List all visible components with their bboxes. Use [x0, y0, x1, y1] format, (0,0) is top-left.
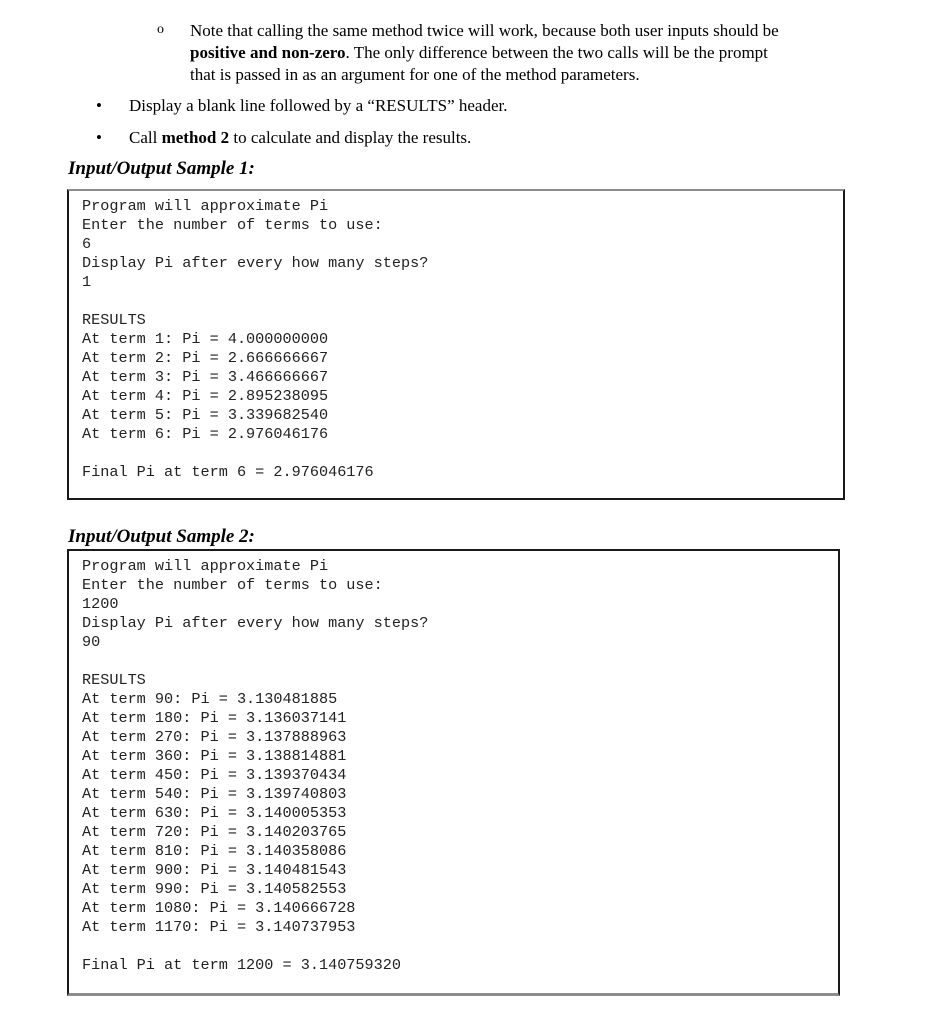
bullet-icon: • [96, 96, 102, 115]
console-line: At term 630: Pi = 3.140005353 [82, 804, 347, 822]
note-line-2: positive and non-zero. The only differen… [190, 42, 850, 64]
console-line: 90 [82, 633, 101, 651]
console-line: Final Pi at term 1200 = 3.140759320 [82, 956, 401, 974]
sample-2-console-output: Program will approximate Pi Enter the num… [82, 557, 428, 975]
bullet-text: Call method 2 to calculate and display t… [129, 127, 471, 149]
console-line: At term 1080: Pi = 3.140666728 [82, 899, 356, 917]
note-emphasis: positive and non-zero [190, 43, 346, 62]
console-line: At term 360: Pi = 3.138814881 [82, 747, 347, 765]
console-line: 1200 [82, 595, 119, 613]
sample-1-console-output: Program will approximate Pi Enter the num… [82, 197, 428, 482]
console-line: At term 450: Pi = 3.139370434 [82, 766, 347, 784]
bullet-text-prefix: Call [129, 128, 162, 147]
hollow-bullet-icon: o [157, 22, 164, 37]
console-line: At term 810: Pi = 3.140358086 [82, 842, 347, 860]
sample-2-console-box: Program will approximate Pi Enter the num… [67, 549, 840, 996]
sample-1-console-box: Program will approximate Pi Enter the num… [67, 189, 845, 500]
console-line: At term 90: Pi = 3.130481885 [82, 690, 338, 708]
console-line: Display Pi after every how many steps? [82, 254, 429, 272]
console-line: At term 1170: Pi = 3.140737953 [82, 918, 356, 936]
console-line: Display Pi after every how many steps? [82, 614, 429, 632]
console-line: At term 270: Pi = 3.137888963 [82, 728, 347, 746]
console-line: At term 900: Pi = 3.140481543 [82, 861, 347, 879]
console-line: At term 3: Pi = 3.466666667 [82, 368, 329, 386]
console-line: At term 1: Pi = 4.000000000 [82, 330, 329, 348]
console-line: 1 [82, 273, 92, 291]
console-line: At term 180: Pi = 3.136037141 [82, 709, 347, 727]
console-line: At term 2: Pi = 2.666666667 [82, 349, 329, 367]
sample-1-heading: Input/Output Sample 1: [68, 158, 255, 179]
bullet-text-suffix: to calculate and display the results. [229, 128, 472, 147]
console-line: Enter the number of terms to use: [82, 576, 383, 594]
note-line-2-rest: . The only difference between the two ca… [345, 43, 768, 62]
console-line: At term 540: Pi = 3.139740803 [82, 785, 347, 803]
note-line-1: Note that calling the same method twice … [190, 21, 779, 40]
bullet-icon: • [96, 128, 102, 147]
bullet-text-bold: method 2 [161, 128, 230, 147]
note-line-3: that is passed in as an argument for one… [190, 65, 640, 84]
console-line: Final Pi at term 6 = 2.976046176 [82, 463, 374, 481]
note-paragraph: Note that calling the same method twice … [190, 20, 850, 86]
console-line: Enter the number of terms to use: [82, 216, 383, 234]
console-line: RESULTS [82, 311, 146, 329]
console-line: At term 990: Pi = 3.140582553 [82, 880, 347, 898]
console-line: Program will approximate Pi [82, 197, 329, 215]
console-line: At term 4: Pi = 2.895238095 [82, 387, 329, 405]
console-line: Program will approximate Pi [82, 557, 329, 575]
console-line: At term 6: Pi = 2.976046176 [82, 425, 329, 443]
console-line: 6 [82, 235, 92, 253]
bullet-text: Display a blank line followed by a “RESU… [129, 96, 508, 115]
sample-2-heading: Input/Output Sample 2: [68, 526, 255, 547]
console-line: At term 720: Pi = 3.140203765 [82, 823, 347, 841]
console-line: At term 5: Pi = 3.339682540 [82, 406, 329, 424]
console-line: RESULTS [82, 671, 146, 689]
